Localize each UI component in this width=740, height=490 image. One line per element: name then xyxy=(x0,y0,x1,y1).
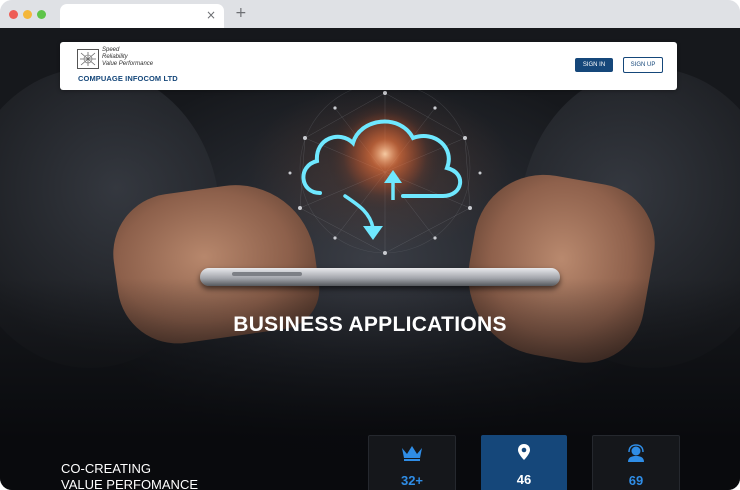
stat-value: 69 xyxy=(628,473,644,488)
tagline-line: Reliability xyxy=(102,54,128,60)
support-agent-icon xyxy=(593,444,679,467)
browser-chrome: × + xyxy=(0,0,740,28)
stat-value: 46 xyxy=(516,472,532,487)
site-header: Speed Reliability Value Performance COMP… xyxy=(60,42,677,90)
new-tab-icon[interactable]: + xyxy=(235,5,247,21)
cloud-glow xyxy=(325,100,445,220)
value-tagline-line: VALUE PERFOMANCE xyxy=(61,477,199,490)
hero-title: BUSINESS APPLICATIONS xyxy=(233,313,507,336)
page-content: Speed Reliability Value Performance COMP… xyxy=(0,28,740,490)
value-tagline: CO-CREATING VALUE PERFOMANCE xyxy=(61,461,198,490)
browser-tab[interactable]: × xyxy=(60,4,224,28)
minimize-window-button[interactable] xyxy=(23,10,32,19)
browser-window: × + Speed Reliability Value Performance … xyxy=(0,0,740,490)
sign-in-button[interactable]: SIGN IN xyxy=(575,58,613,72)
tab-close-icon[interactable]: × xyxy=(206,8,216,22)
stat-value: 32+ xyxy=(400,473,424,488)
stat-card-crown: 32+ xyxy=(368,435,456,490)
stat-card-support: 69 xyxy=(592,435,680,490)
tagline-line: Value Performance xyxy=(102,61,154,67)
logo-swirl-icon xyxy=(80,52,96,66)
value-tagline-line: CO-CREATING xyxy=(61,461,152,476)
sign-up-button[interactable]: SIGN UP xyxy=(623,57,663,73)
map-pin-icon xyxy=(481,443,567,466)
tagline-line: Speed xyxy=(102,47,120,53)
stat-card-location: 46 xyxy=(481,435,567,490)
cloud-network-graphic xyxy=(288,88,482,255)
close-window-button[interactable] xyxy=(9,10,18,19)
logo-tagline: Speed Reliability Value Performance xyxy=(102,47,153,68)
company-logo-icon[interactable] xyxy=(77,49,99,69)
download-arrow-icon xyxy=(363,226,383,240)
company-name[interactable]: COMPUAGE INFOCOM LTD xyxy=(78,74,178,83)
maximize-window-button[interactable] xyxy=(37,10,46,19)
crown-icon xyxy=(369,444,455,467)
